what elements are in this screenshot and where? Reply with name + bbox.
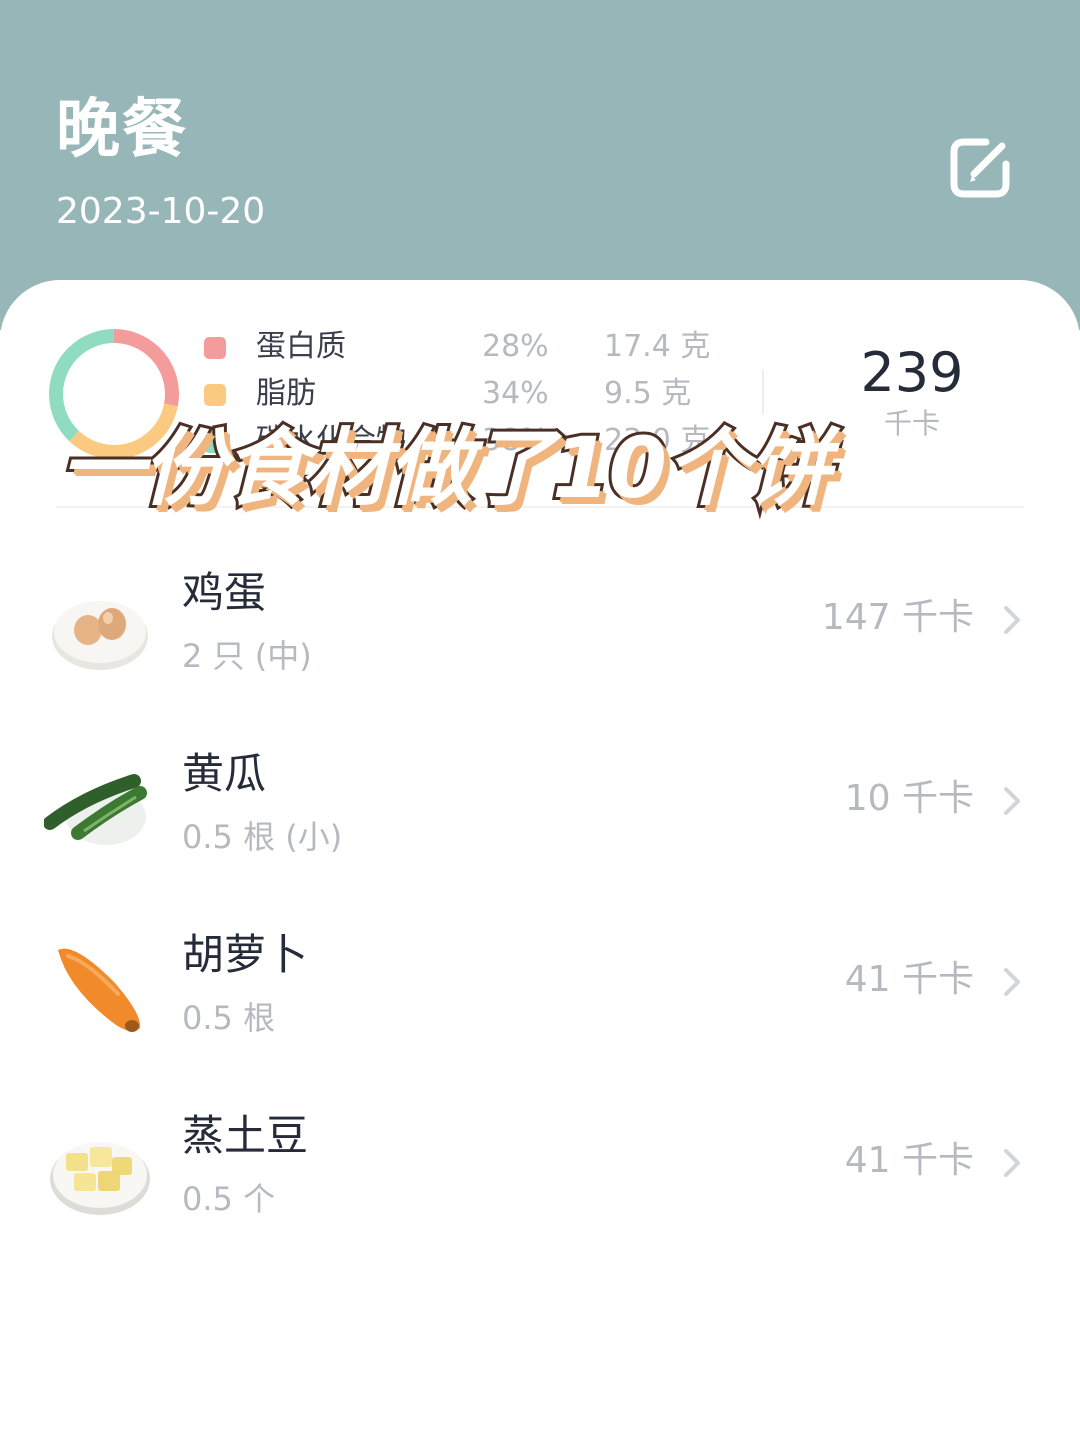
fat-color-dot xyxy=(204,384,226,406)
macro-row-protein: 蛋白质 28% 17.4 克 xyxy=(204,327,724,367)
cucumber-icon xyxy=(44,774,147,845)
food-quantity: 0.5 根 xyxy=(182,999,276,1037)
macro-row-fat: 脂肪 34% 9.5 克 xyxy=(204,374,724,414)
food-name: 鸡蛋 xyxy=(182,568,267,617)
food-calories: 147 千卡 xyxy=(821,597,974,638)
food-name: 黄瓜 xyxy=(182,749,267,798)
food-calories: 41 千卡 xyxy=(844,959,974,1000)
edit-button[interactable] xyxy=(946,132,1016,202)
food-calories: 41 千卡 xyxy=(844,1140,974,1181)
food-item-cucumber[interactable]: 黄瓜 0.5 根 (小) 10 千卡 xyxy=(0,741,1080,901)
macro-amount: 9.5 克 xyxy=(604,376,692,411)
chevron-right-icon xyxy=(1004,968,1020,996)
potato-icon xyxy=(50,1142,150,1215)
edit-icon xyxy=(950,138,1010,198)
chevron-right-icon xyxy=(1004,606,1020,634)
macro-percent: 28% xyxy=(482,329,549,364)
egg-icon xyxy=(52,601,148,670)
macro-amount: 17.4 克 xyxy=(604,329,711,364)
overlay-caption: 一份食材做了10个饼 xyxy=(57,416,834,520)
total-calories: 239 xyxy=(860,341,964,404)
food-item-egg[interactable]: 鸡蛋 2 只 (中) 147 千卡 xyxy=(0,560,1080,720)
macro-percent: 34% xyxy=(482,376,549,411)
protein-color-dot xyxy=(204,337,226,359)
food-name: 蒸土豆 xyxy=(182,1111,309,1160)
macro-name: 脂肪 xyxy=(256,376,316,411)
food-quantity: 0.5 个 xyxy=(182,1180,276,1218)
page-title: 晚餐 xyxy=(56,93,188,167)
chevron-right-icon xyxy=(1004,1149,1020,1177)
summary-divider-vertical xyxy=(762,370,764,414)
food-item-carrot[interactable]: 胡萝卜 0.5 根 41 千卡 xyxy=(0,922,1080,1082)
carrot-icon xyxy=(58,948,141,1032)
food-item-potato[interactable]: 蒸土豆 0.5 个 41 千卡 xyxy=(0,1103,1080,1263)
food-quantity: 0.5 根 (小) xyxy=(182,818,343,856)
food-calories: 10 千卡 xyxy=(844,778,974,819)
chevron-right-icon xyxy=(1004,787,1020,815)
food-quantity: 2 只 (中) xyxy=(182,637,312,675)
meal-date: 2023-10-20 xyxy=(56,191,266,232)
food-name: 胡萝卜 xyxy=(182,930,309,979)
macro-name: 蛋白质 xyxy=(256,329,346,364)
